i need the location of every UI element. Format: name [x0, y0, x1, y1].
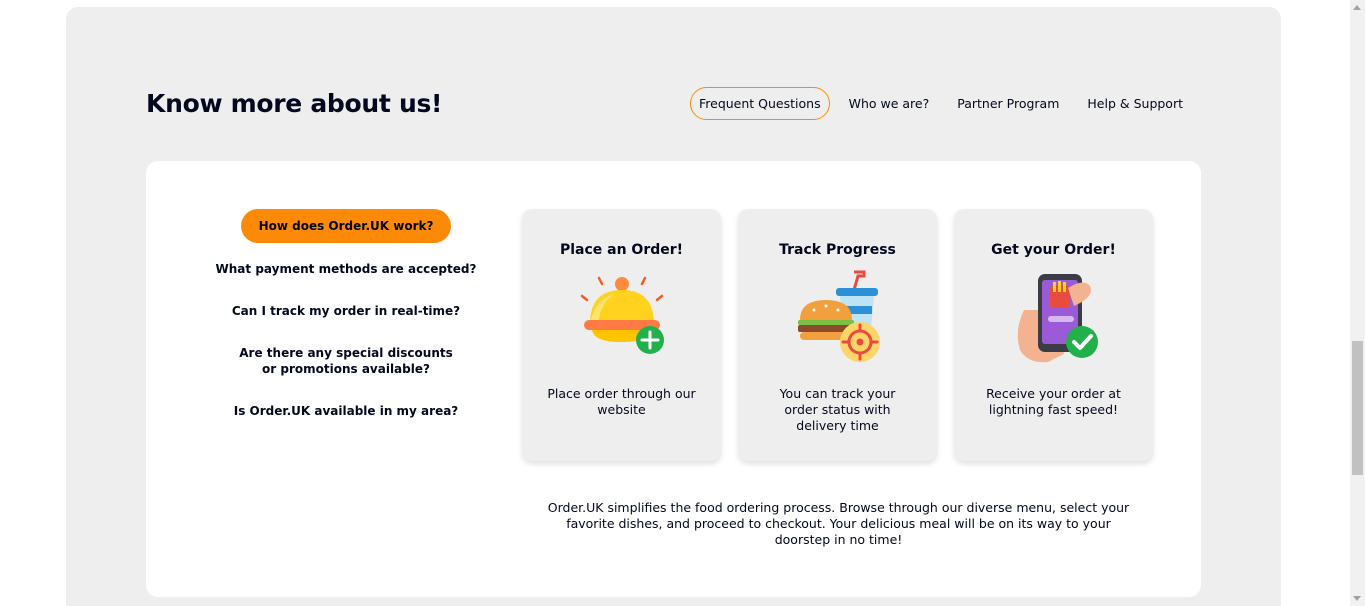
food-cloche-plus-icon: [580, 276, 664, 354]
burger-drink-target-icon: [797, 270, 880, 362]
know-more-section: Know more about us! Frequent Questions W…: [66, 7, 1281, 606]
info-tabs: Frequent Questions Who we are? Partner P…: [680, 87, 1192, 120]
page-scrollbar[interactable]: [1350, 0, 1365, 606]
card-description: You can track your order status with del…: [779, 386, 896, 433]
faq-item-payment-methods[interactable]: What payment methods are accepted?: [206, 261, 486, 277]
summary-text: Order.UK simplifies the food ordering pr…: [547, 500, 1130, 547]
faq-item-track-order[interactable]: Can I track my order in real-time?: [206, 303, 486, 319]
scroll-thumb[interactable]: [1352, 341, 1363, 475]
card-title: Track Progress: [779, 242, 896, 258]
steps-cards: Place an Order! Place order through our …: [522, 209, 1170, 461]
section-heading: Know more about us!: [146, 89, 443, 118]
tab-help-support[interactable]: Help & Support: [1078, 87, 1192, 120]
scroll-down-arrow-icon[interactable]: [1353, 596, 1361, 601]
faq-panel: How does Order.UK work? What payment met…: [146, 161, 1201, 597]
tab-who-we-are[interactable]: Who we are?: [840, 87, 939, 120]
card-description: Receive your order at lightning fast spe…: [986, 386, 1121, 417]
card-title: Place an Order!: [559, 242, 684, 258]
tab-frequent-questions[interactable]: Frequent Questions: [689, 87, 830, 120]
step-card-place-order: Place an Order! Place order through our …: [522, 209, 721, 461]
phone-checkmark-icon: [1017, 274, 1098, 363]
card-description: Place order through our website: [547, 386, 696, 417]
faq-list: How does Order.UK work? What payment met…: [206, 209, 486, 445]
tab-partner-program[interactable]: Partner Program: [948, 87, 1068, 120]
faq-item-availability[interactable]: Is Order.UK available in my area?: [206, 403, 486, 419]
faq-item-how-it-works[interactable]: How does Order.UK work?: [240, 209, 452, 243]
faq-item-discounts[interactable]: Are there any special discounts or promo…: [231, 345, 461, 377]
card-title: Get your Order!: [991, 242, 1116, 258]
scroll-up-arrow-icon[interactable]: [1353, 5, 1361, 10]
step-card-track-progress: Track Progress You can track your order …: [738, 209, 937, 461]
step-card-get-order: Get your Order! Receive your order at li…: [954, 209, 1153, 461]
